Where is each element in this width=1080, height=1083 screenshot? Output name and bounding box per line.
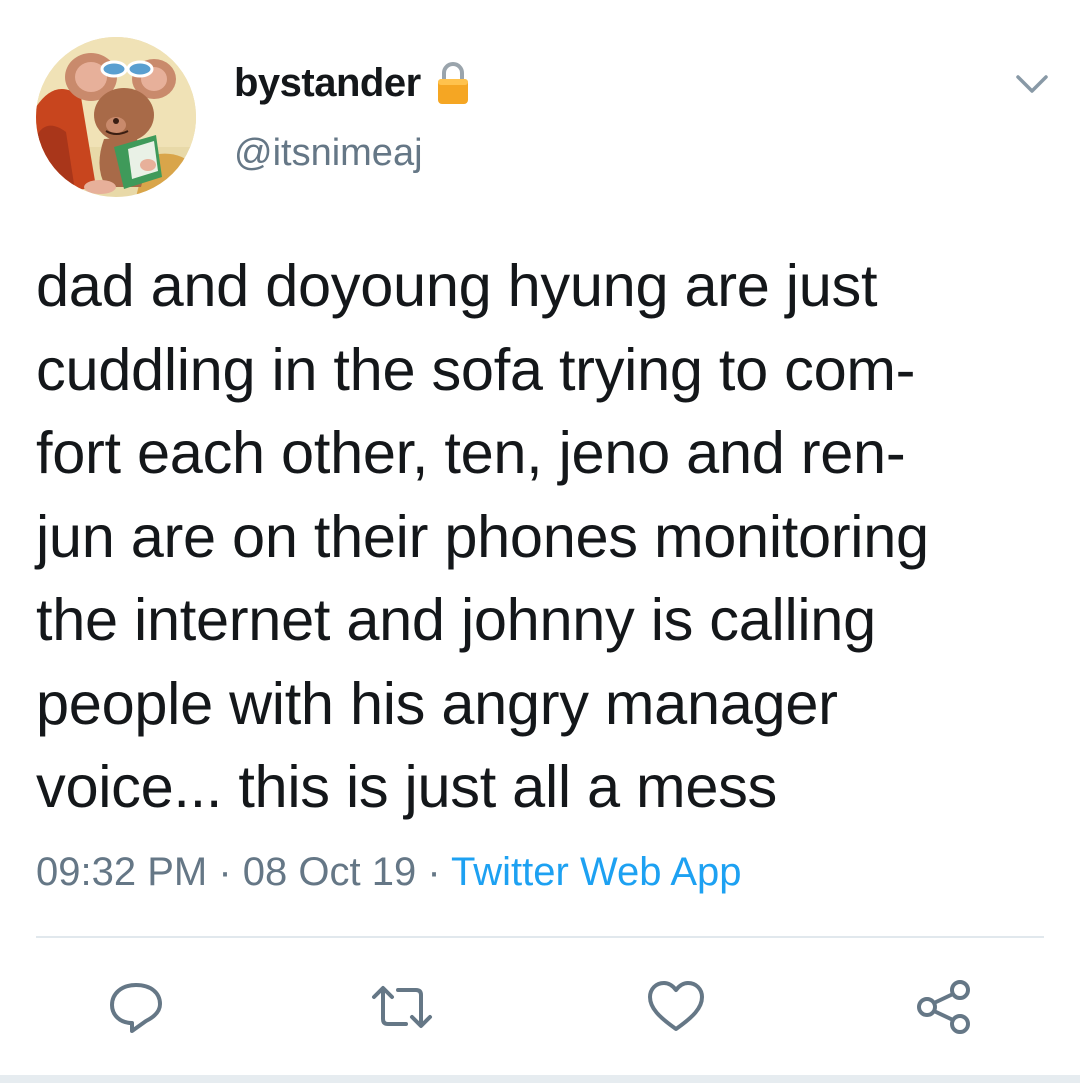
share-button[interactable] bbox=[912, 975, 976, 1039]
reply-button[interactable] bbox=[104, 975, 168, 1039]
meta-separator: · bbox=[207, 850, 243, 894]
retweet-button[interactable] bbox=[370, 975, 434, 1039]
display-name-row: bystander bbox=[234, 58, 471, 108]
tweet-card: bystander @itsnimeaj dad and doyoung hyu… bbox=[0, 0, 1080, 1083]
user-handle[interactable]: @itsnimeaj bbox=[234, 132, 423, 175]
display-name[interactable]: bystander bbox=[234, 61, 421, 106]
chevron-down-icon[interactable] bbox=[1010, 62, 1054, 106]
lock-icon bbox=[435, 60, 471, 106]
like-button[interactable] bbox=[644, 975, 708, 1039]
meta-separator: · bbox=[416, 850, 452, 894]
tweet-time: 09:32 PM bbox=[36, 850, 208, 894]
tweet-meta: 09:32 PM · 08 Oct 19 · Twitter Web App bbox=[36, 846, 742, 898]
reply-icon bbox=[110, 983, 162, 1033]
divider bbox=[36, 936, 1044, 938]
tweet-source-link[interactable]: Twitter Web App bbox=[451, 850, 742, 894]
tweet-date: 08 Oct 19 bbox=[242, 850, 417, 894]
avatar[interactable] bbox=[36, 37, 196, 197]
retweet-icon bbox=[372, 986, 432, 1028]
share-icon bbox=[917, 980, 970, 1034]
avatar-image bbox=[36, 37, 196, 197]
tweet-text: dad and doyoung hyung are just cuddling … bbox=[36, 252, 929, 820]
heart-icon bbox=[648, 981, 704, 1031]
bottom-divider bbox=[0, 1075, 1080, 1083]
